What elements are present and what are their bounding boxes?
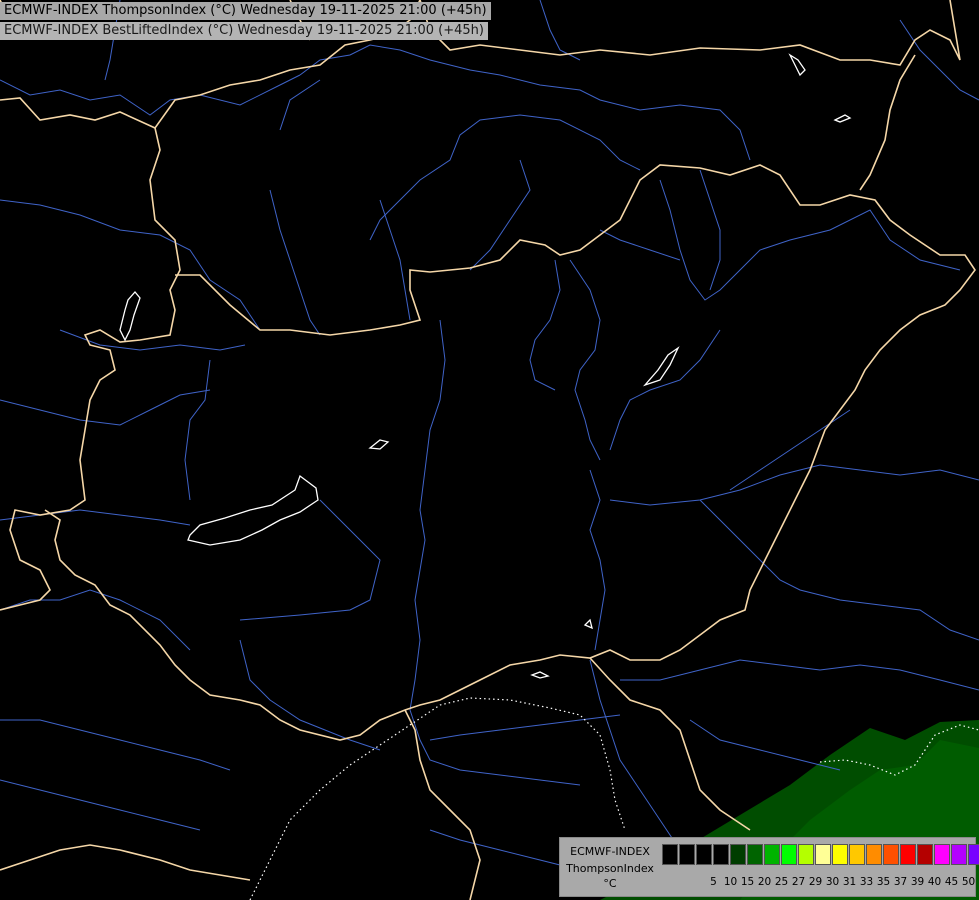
map-title-secondary: ECMWF-INDEX BestLiftedIndex (°C) Wednesd… <box>0 22 488 40</box>
legend-swatch <box>968 844 979 865</box>
legend-swatch <box>900 844 916 865</box>
legend-tick-label: 27 <box>791 876 806 888</box>
legend-swatch <box>730 844 746 865</box>
legend-tick-label: 35 <box>876 876 891 888</box>
legend-swatch <box>662 844 678 865</box>
legend-parameter: ThompsonIndex <box>566 862 654 875</box>
legend-swatch <box>747 844 763 865</box>
legend-swatch <box>764 844 780 865</box>
color-legend: ECMWF-INDEX ThompsonIndex °C 5 10 15 20 25 27… <box>559 837 979 897</box>
legend-tick-label: 10 <box>723 876 738 888</box>
legend-swatch <box>832 844 848 865</box>
legend-swatch <box>934 844 950 865</box>
legend-tick-label: 15 <box>740 876 755 888</box>
legend-swatch <box>713 844 729 865</box>
legend-tick-label: 39 <box>910 876 925 888</box>
legend-tick-label: 25 <box>774 876 789 888</box>
legend-swatches <box>662 844 979 865</box>
legend-swatch <box>849 844 865 865</box>
legend-tick-label: 20 <box>757 876 772 888</box>
legend-swatch <box>696 844 712 865</box>
legend-tick-label: 33 <box>859 876 874 888</box>
legend-tick-label: 31 <box>842 876 857 888</box>
legend-swatch <box>951 844 967 865</box>
legend-tick-label: 5 <box>710 876 717 888</box>
legend-ticks: 51015202527293031333537394045505560 <box>705 875 979 889</box>
legend-swatch <box>917 844 933 865</box>
legend-swatch <box>798 844 814 865</box>
legend-swatch <box>781 844 797 865</box>
legend-unit: °C <box>603 877 617 890</box>
legend-tick-label: 40 <box>927 876 942 888</box>
forecast-map <box>0 0 979 900</box>
legend-tick-label: 45 <box>944 876 959 888</box>
legend-swatch <box>883 844 899 865</box>
legend-tick-label: 37 <box>893 876 908 888</box>
legend-tick-label: 50 <box>961 876 976 888</box>
legend-tick-label: 30 <box>825 876 840 888</box>
legend-swatch <box>815 844 831 865</box>
legend-swatch <box>866 844 882 865</box>
legend-swatch <box>679 844 695 865</box>
legend-model: ECMWF-INDEX <box>570 845 650 858</box>
map-title-primary: ECMWF-INDEX ThompsonIndex (°C) Wednesday… <box>0 2 491 20</box>
legend-tick-label: 29 <box>808 876 823 888</box>
